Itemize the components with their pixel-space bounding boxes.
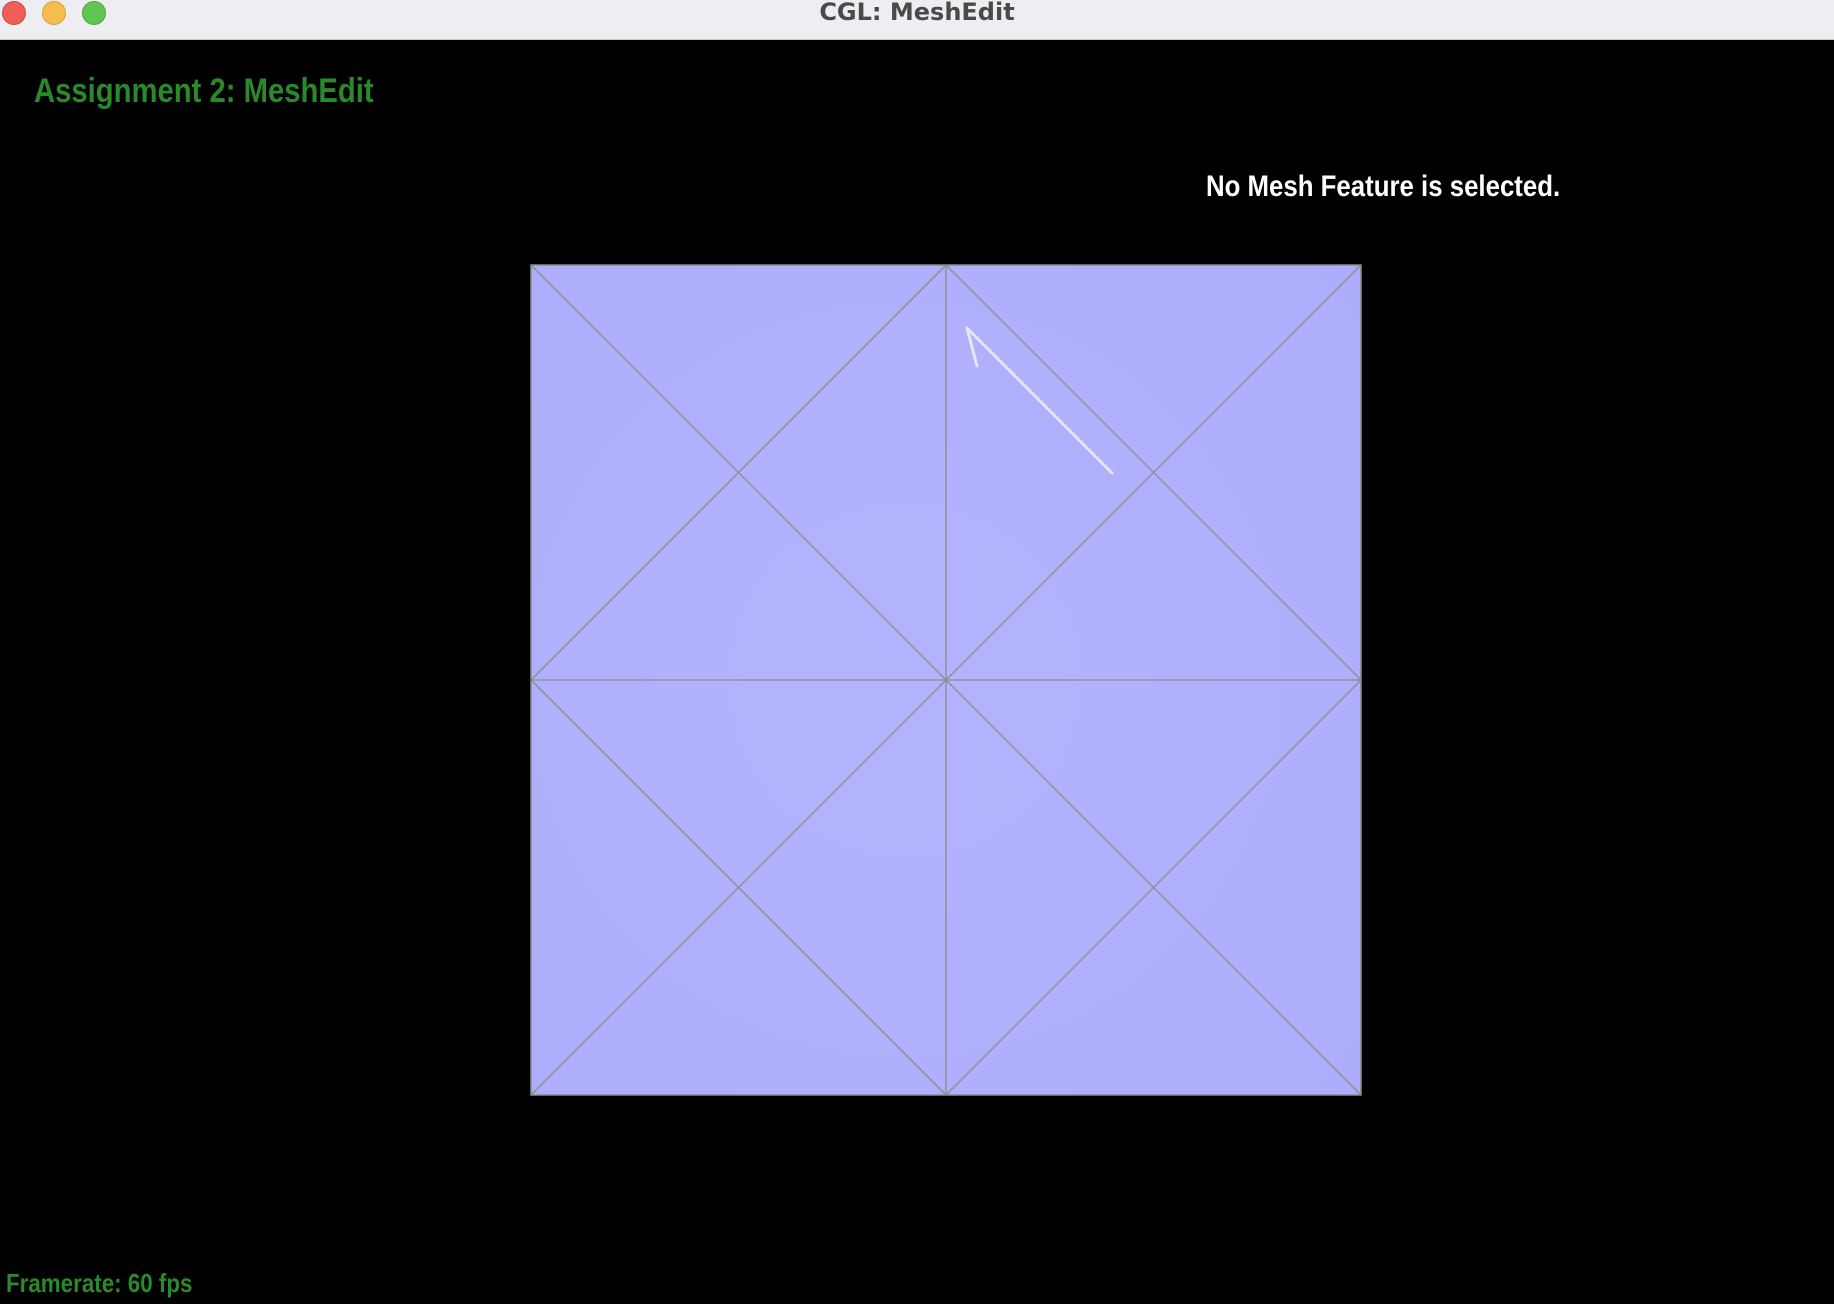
window-titlebar[interactable]: CGL: MeshEdit — [0, 0, 1834, 40]
mesh-edges[interactable] — [530, 264, 1362, 1096]
assignment-heading: Assignment 2: MeshEdit — [34, 72, 374, 110]
window-title: CGL: MeshEdit — [819, 0, 1015, 26]
mesh-viewport[interactable]: Assignment 2: MeshEdit No Mesh Feature i… — [0, 40, 1834, 1304]
framerate-readout: Framerate: 60 fps — [6, 1268, 193, 1298]
mesh-canvas[interactable] — [0, 40, 1834, 1304]
selection-status: No Mesh Feature is selected. — [1206, 170, 1561, 203]
